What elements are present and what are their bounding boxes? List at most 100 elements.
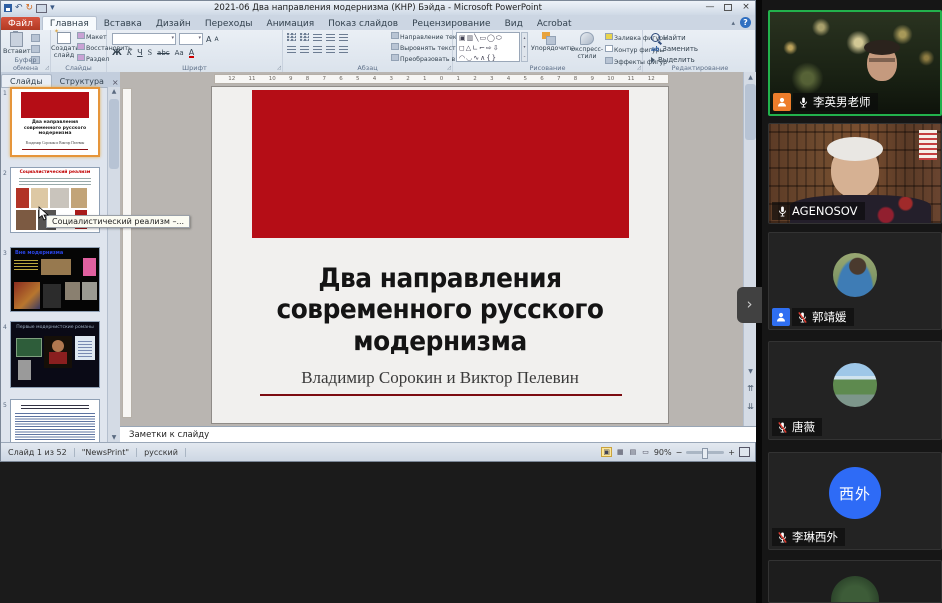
slide-subtitle[interactable]: Владимир Сорокин и Виктор Пелевин (212, 368, 668, 388)
numbering-icon[interactable] (300, 33, 309, 41)
participant-tile-4[interactable]: 唐薇 (768, 341, 942, 440)
restore-button[interactable] (721, 2, 735, 13)
copy-icon[interactable] (31, 45, 40, 53)
quick-styles-button[interactable]: Экспресс-стили (567, 32, 607, 60)
participant-face (831, 144, 879, 198)
slide-title[interactable]: Два направления современного русского мо… (230, 263, 650, 357)
tab-design[interactable]: Дизайн (149, 17, 198, 30)
font-color-button[interactable]: А (189, 48, 194, 57)
title-bar[interactable]: ↶ ↻ ▾ 2021-06 Два направления модернизма… (1, 1, 755, 15)
justify-icon[interactable] (326, 45, 335, 53)
screen: ↶ ↻ ▾ 2021-06 Два направления модернизма… (0, 0, 942, 603)
paste-button[interactable]: Вставить (3, 32, 29, 55)
participant-tile-3[interactable]: 郭靖媛 (768, 232, 942, 330)
align-left-icon[interactable] (287, 45, 296, 53)
slide-thumbnail-1[interactable]: Два направления современного русского мо… (10, 87, 100, 157)
participant-tile-1[interactable]: 李英男老师 (768, 10, 942, 116)
slide-underline (260, 394, 622, 396)
shapes-gallery[interactable]: ▣▥╲▭◯⬭ ◻△∟⌐⇨⇩ ◠◡∿∧{} (456, 32, 520, 62)
powerpoint-window: ↶ ↻ ▾ 2021-06 Два направления модернизма… (0, 0, 756, 462)
change-case-button[interactable]: Aa (175, 49, 184, 57)
new-slide-button[interactable]: Создать слайд (51, 32, 77, 59)
paragraph-dialog-launcher[interactable]: ◿ (447, 65, 451, 71)
slide-thumbnail-3[interactable]: Вне модернизма (10, 247, 100, 312)
minimize-button[interactable]: — (703, 2, 717, 13)
shrink-font-button[interactable]: А (214, 36, 218, 43)
decrease-indent-icon[interactable] (313, 33, 322, 41)
cut-icon[interactable] (31, 34, 40, 42)
drawing-dialog-launcher[interactable]: ◿ (637, 65, 641, 71)
arrange-button[interactable]: Упорядочить (531, 32, 567, 52)
font-name-combo[interactable] (112, 33, 176, 45)
font-dialog-launcher[interactable]: ◿ (277, 65, 281, 71)
paste-icon (10, 32, 23, 47)
slide-number: 2 (3, 170, 7, 177)
scroll-down-icon[interactable]: ▼ (108, 434, 120, 441)
panel-close-icon[interactable]: × (112, 78, 119, 87)
qat-dropdown-icon[interactable]: ▾ (50, 3, 55, 13)
font-size-combo[interactable] (179, 33, 203, 45)
tab-animations[interactable]: Анимация (260, 17, 322, 30)
panel-scrollbar[interactable]: ▲ ▼ (107, 87, 120, 442)
scroll-up-icon[interactable]: ▲ (108, 88, 120, 95)
line-spacing-icon[interactable] (339, 33, 348, 41)
redo-icon[interactable]: ↻ (26, 3, 34, 13)
italic-button[interactable]: К (127, 48, 132, 57)
fit-to-window-button[interactable] (739, 447, 750, 457)
tab-view[interactable]: Вид (498, 17, 530, 30)
increase-indent-icon[interactable] (326, 33, 335, 41)
zoom-slider[interactable] (686, 451, 724, 454)
select-button[interactable]: Выделить (651, 56, 698, 64)
slide-red-banner[interactable] (252, 90, 629, 238)
help-icon[interactable]: ? (740, 17, 751, 28)
columns-icon[interactable] (339, 45, 348, 53)
underline-button[interactable]: Ч (137, 48, 142, 57)
tab-transitions[interactable]: Переходы (198, 17, 260, 30)
zoom-in-button[interactable]: + (728, 448, 735, 457)
slide-thumbnail-4[interactable]: Первые модернистские романы (10, 321, 100, 388)
undo-icon[interactable]: ↶ (15, 3, 23, 13)
align-center-icon[interactable] (300, 45, 309, 53)
participant-tile-6[interactable] (768, 560, 942, 603)
slide-sorter-view-button[interactable]: ▦ (616, 448, 625, 456)
tab-home[interactable]: Главная (42, 16, 97, 30)
slide-thumbnail-5[interactable] (10, 399, 100, 442)
find-button[interactable]: Найти (651, 33, 698, 42)
normal-view-button[interactable]: ▣ (601, 447, 612, 457)
grow-font-button[interactable]: А (206, 35, 211, 44)
bullets-icon[interactable] (287, 33, 296, 41)
theme-name: "NewsPrint" (75, 448, 137, 457)
slide-editing-area[interactable]: Два направления современного русского мо… (211, 86, 669, 424)
tab-outline-panel[interactable]: Структура (52, 75, 112, 87)
sidebar-expand-button[interactable]: › (737, 287, 762, 323)
bold-button[interactable]: Ж (112, 48, 122, 57)
slideshow-view-button[interactable]: ▭ (641, 448, 650, 456)
tab-review[interactable]: Рецензирование (405, 17, 497, 30)
participant-tile-5[interactable]: 西外 李琳西外 (768, 452, 942, 550)
tab-slides-panel[interactable]: Слайды (1, 74, 52, 87)
slide-canvas: 12 11 10 9 8 7 6 5 4 3 2 1 0 1 2 3 4 5 6… (120, 72, 757, 426)
strikethrough-button[interactable]: abc (157, 49, 170, 57)
slide-scrollbar[interactable]: ▲ ▼ ⇈ ⇊ (743, 72, 757, 426)
reading-view-button[interactable]: ▤ (629, 448, 638, 456)
group-font: А А Ж К Ч S abc Aa А Шрифт ◿ (107, 30, 283, 72)
participant-tile-2[interactable]: AGENOSOV (768, 123, 942, 224)
tab-file[interactable]: Файл (1, 17, 40, 30)
slideshow-icon[interactable] (36, 4, 47, 13)
slide-number: 3 (3, 250, 7, 257)
shapes-scroll[interactable]: ▴▾⌄ (521, 32, 528, 62)
clipboard-dialog-launcher[interactable]: ◿ (45, 65, 49, 71)
zoom-out-button[interactable]: − (676, 448, 683, 457)
collapse-ribbon-icon[interactable]: ▴ (731, 19, 735, 27)
participant-name: AGENOSOV (792, 204, 858, 218)
save-icon[interactable] (4, 4, 12, 12)
align-right-icon[interactable] (313, 45, 322, 53)
notes-area[interactable]: Заметки к слайду (120, 426, 757, 442)
close-button[interactable]: × (739, 2, 753, 13)
tab-insert[interactable]: Вставка (97, 17, 149, 30)
tab-slideshow[interactable]: Показ слайдов (321, 17, 405, 30)
participant-name: 李英男老师 (813, 94, 871, 110)
tab-acrobat[interactable]: Acrobat (530, 17, 579, 30)
text-shadow-button[interactable]: S (148, 48, 152, 57)
replace-button[interactable]: abЗаменить (651, 45, 698, 53)
